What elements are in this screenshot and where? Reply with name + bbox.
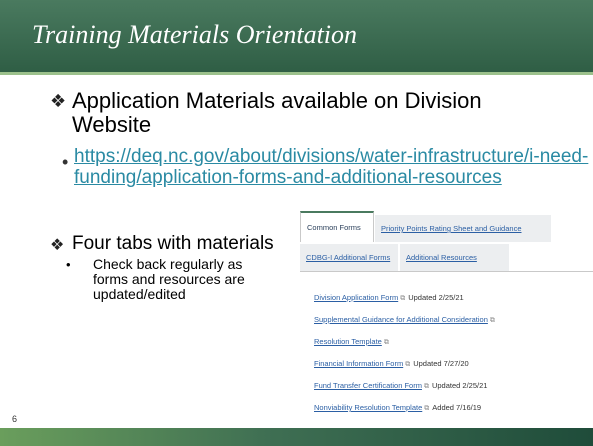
- item-note: Updated 7/27/20: [413, 359, 469, 368]
- external-link-icon: ⧉: [423, 382, 429, 390]
- tab-common-forms[interactable]: Common Forms: [300, 211, 374, 242]
- external-link-icon: ⧉: [405, 360, 411, 368]
- slide-title: Training Materials Orientation: [32, 20, 358, 49]
- item-note: Updated 2/25/21: [408, 293, 464, 302]
- fund-transfer-certification-link[interactable]: Fund Transfer Certification Form: [314, 381, 422, 390]
- bullet-diamond-icon: ❖: [50, 91, 67, 112]
- list-item: Division Application Form ⧉ Updated 2/25/2…: [314, 293, 464, 303]
- external-link-icon: ⧉: [489, 316, 495, 324]
- division-website-link[interactable]: https://deq.nc.gov/about/divisions/water…: [74, 146, 589, 188]
- external-link-icon: ⧉: [424, 404, 430, 412]
- external-link-icon: ⧉: [383, 338, 389, 346]
- slide: Training Materials Orientation ❖ Applica…: [0, 0, 593, 446]
- title-bar: Training Materials Orientation: [0, 0, 593, 72]
- tabs-divider: [300, 271, 593, 272]
- financial-information-form-link[interactable]: Financial Information Form: [314, 359, 403, 368]
- tab-priority-points[interactable]: Priority Points Rating Sheet and Guidanc…: [375, 215, 551, 242]
- list-item: Fund Transfer Certification Form ⧉ Updated…: [314, 381, 487, 391]
- division-application-form-link[interactable]: Division Application Form: [314, 293, 398, 302]
- title-divider: [0, 72, 593, 75]
- list-item: Supplemental Guidance for Additional Con…: [314, 315, 495, 325]
- supplemental-guidance-link[interactable]: Supplemental Guidance for Additional Con…: [314, 315, 488, 324]
- sub-bullet-dot: •: [62, 152, 69, 172]
- page-number: 6: [12, 414, 18, 424]
- sub-bullet-dot: •: [66, 257, 71, 272]
- tab-additional-resources[interactable]: Additional Resources: [400, 244, 509, 271]
- bullet-application-materials: Application Materials available on Divis…: [72, 88, 482, 137]
- resolution-template-link[interactable]: Resolution Template: [314, 337, 382, 346]
- item-note: Added 7/16/19: [432, 403, 482, 412]
- website-screenshot: Common Forms Priority Points Rating Shee…: [296, 210, 593, 428]
- item-note: Updated 2/25/21: [431, 381, 488, 390]
- nonviability-resolution-link[interactable]: Nonviability Resolution Template: [314, 403, 422, 412]
- external-link-icon: ⧉: [400, 294, 406, 302]
- bottom-bar: [0, 428, 593, 446]
- tab-cdbg-i-forms[interactable]: CDBG-I Additional Forms: [300, 244, 398, 271]
- list-item: Financial Information Form ⧉ Updated 7/27/…: [314, 359, 469, 369]
- list-item: Resolution Template ⧉: [314, 337, 389, 347]
- sub-bullet-check-back: Check back regularly as forms and resour…: [93, 256, 245, 302]
- bullet-diamond-icon: ❖: [50, 235, 65, 254]
- list-item: Nonviability Resolution Template ⧉ Added 7…: [314, 403, 481, 413]
- bullet-four-tabs: Four tabs with materials: [72, 233, 274, 254]
